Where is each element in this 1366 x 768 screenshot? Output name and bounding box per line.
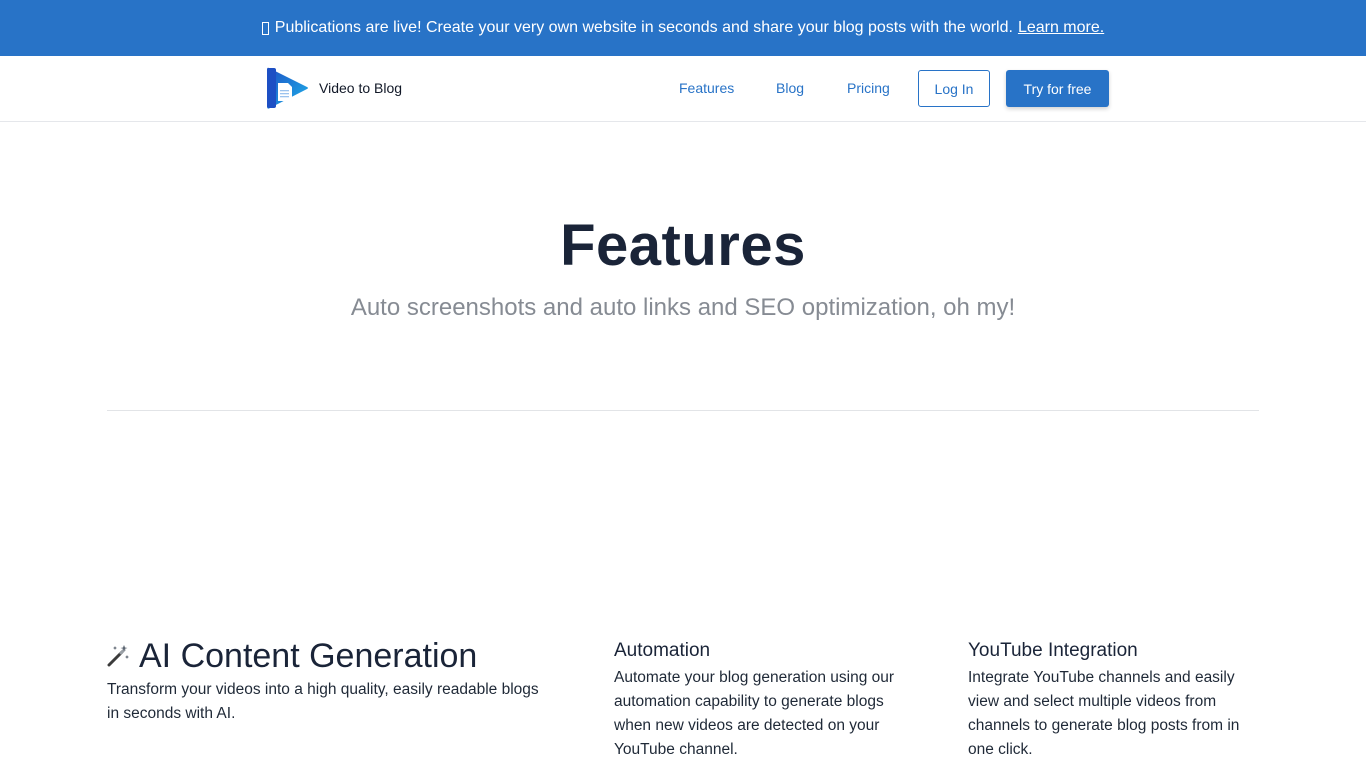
nav-link-features[interactable]: Features: [679, 56, 734, 120]
feature-youtube-integration: YouTube Integration Integrate YouTube ch…: [968, 638, 1268, 762]
top-navigation: Video to Blog Features Blog Pricing Log …: [0, 56, 1366, 122]
feature-automation: Automation Automate your blog generation…: [614, 638, 914, 762]
magic-wand-icon: [107, 634, 130, 678]
brand-name: Video to Blog: [319, 80, 403, 96]
nav-link-blog[interactable]: Blog: [776, 56, 804, 120]
feature-description: Integrate YouTube channels and easily vi…: [968, 669, 1240, 758]
feature-description: Automate your blog generation using our …: [614, 669, 895, 758]
page-title: Features: [560, 213, 806, 278]
section-divider: [107, 410, 1259, 411]
learn-more-link[interactable]: Learn more.: [1018, 19, 1104, 37]
nav-link-pricing[interactable]: Pricing: [847, 56, 890, 120]
feature-description: Transform your videos into a high qualit…: [107, 681, 539, 722]
feature-ai-content-generation: AI Content Generation Transform your vid…: [107, 634, 547, 726]
logo-link[interactable]: Video to Blog: [266, 66, 402, 110]
feature-title-row: AI Content Generation: [107, 634, 547, 678]
log-in-button[interactable]: Log In: [918, 70, 990, 107]
video-to-blog-logo-icon: [267, 67, 308, 109]
feature-title: AI Content Generation: [139, 637, 478, 675]
feature-title: Automation: [614, 640, 711, 661]
try-for-free-button[interactable]: Try for free: [1006, 70, 1109, 107]
page-subtitle: Auto screenshots and auto links and SEO …: [350, 294, 1016, 321]
announcement-banner: Publications are live! Create your very …: [0, 0, 1366, 56]
feature-title: YouTube Integration: [968, 640, 1138, 661]
unsupported-glyph-icon: [261, 21, 269, 35]
banner-text: Publications are live! Create your very …: [274, 19, 1013, 36]
